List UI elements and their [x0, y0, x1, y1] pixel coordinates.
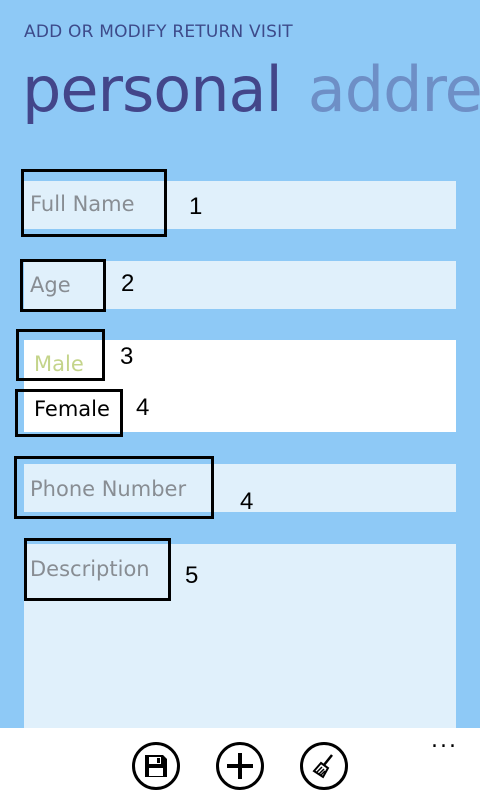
application-bar: ...	[0, 728, 480, 800]
description-placeholder: Description	[30, 557, 150, 581]
gender-picker[interactable]: Male Female	[24, 340, 456, 432]
description-input[interactable]: Description	[24, 544, 456, 728]
full-name-input[interactable]: Full Name	[24, 181, 456, 229]
save-icon	[145, 755, 167, 777]
save-button[interactable]	[132, 742, 180, 790]
age-placeholder: Age	[30, 273, 71, 297]
add-icon	[227, 753, 253, 779]
annotation-number: 5	[185, 562, 199, 589]
pivot-item-address[interactable]: addre	[308, 50, 480, 130]
clear-icon	[312, 754, 333, 779]
clear-button[interactable]	[300, 742, 348, 790]
annotation-number: 1	[189, 193, 203, 220]
annotation-number: 3	[120, 343, 134, 370]
annotation-number: 4	[136, 394, 150, 421]
pivot-item-personal[interactable]: personal	[22, 50, 283, 130]
annotation-number: 4	[240, 488, 254, 515]
app-title: ADD OR MODIFY RETURN VISIT	[24, 22, 293, 42]
annotation-number: 2	[121, 270, 135, 297]
full-name-placeholder: Full Name	[30, 192, 135, 216]
add-button[interactable]	[216, 742, 264, 790]
gender-option-female[interactable]: Female	[34, 397, 110, 421]
age-input[interactable]: Age	[24, 261, 456, 309]
more-options-button[interactable]: ...	[431, 730, 458, 752]
phone-number-placeholder: Phone Number	[30, 477, 187, 501]
pivot-header: personal addre	[22, 50, 480, 130]
gender-option-male[interactable]: Male	[34, 352, 84, 376]
